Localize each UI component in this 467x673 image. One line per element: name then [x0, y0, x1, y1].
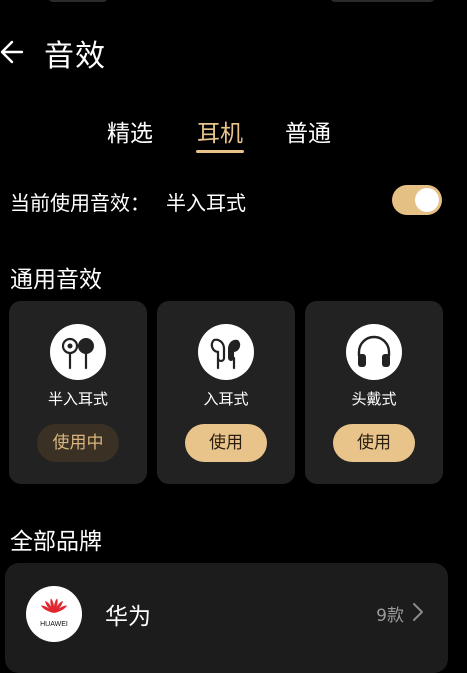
brand-name: 华为: [105, 604, 151, 630]
active-tab-indicator: [196, 150, 244, 153]
in-use-button[interactable]: 使用中: [37, 424, 119, 462]
status-bar-icons-left: [48, 0, 108, 2]
status-bar-icons-right: [330, 0, 435, 2]
page-title: 音效: [44, 39, 106, 74]
huawei-logo-icon: HUAWEI: [26, 586, 82, 642]
back-arrow-icon: [0, 40, 24, 64]
headphones-icon: [346, 324, 402, 380]
effect-card-semi-in-ear[interactable]: 半入耳式 使用中: [9, 301, 147, 484]
tab-normal[interactable]: 普通: [285, 114, 331, 148]
huawei-logo-text: HUAWEI: [40, 621, 68, 628]
sound-effect-toggle[interactable]: [392, 185, 442, 215]
use-button[interactable]: 使用: [185, 424, 267, 462]
effect-card-headphones[interactable]: 头戴式 使用: [305, 301, 443, 484]
section-title-general: 通用音效: [10, 267, 102, 293]
semi-in-ear-earphone-icon: [50, 324, 106, 380]
current-effect-label: 当前使用音效：: [10, 191, 150, 215]
in-ear-earbuds-icon: [198, 324, 254, 380]
tab-featured[interactable]: 精选: [107, 114, 153, 148]
back-button[interactable]: [0, 32, 30, 72]
use-button[interactable]: 使用: [333, 424, 415, 462]
card-name: 入耳式: [203, 390, 249, 408]
tab-earphones[interactable]: 耳机: [197, 114, 243, 148]
card-name: 半入耳式: [47, 390, 108, 408]
effect-card-in-ear[interactable]: 入耳式 使用: [157, 301, 295, 484]
brand-model-count: 9款: [376, 606, 404, 626]
card-name: 头戴式: [351, 390, 397, 408]
brand-row-huawei[interactable]: HUAWEI 华为 9款: [5, 563, 448, 673]
chevron-right-icon: [413, 603, 423, 621]
section-title-brands: 全部品牌: [10, 529, 102, 555]
toggle-knob: [415, 188, 439, 212]
current-effect-value: 半入耳式: [166, 191, 246, 215]
